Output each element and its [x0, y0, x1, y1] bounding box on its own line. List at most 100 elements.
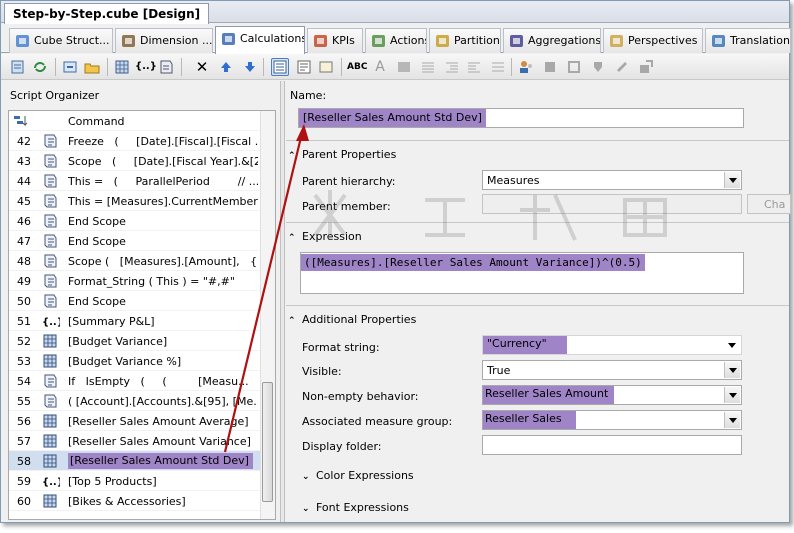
delete-icon[interactable]: ✕ — [193, 58, 211, 76]
script-row[interactable]: 57 [Reseller Sales Amount Variance] — [9, 431, 261, 451]
name-field[interactable]: [Reseller Sales Amount Std Dev] — [298, 108, 744, 128]
perspectives-icon — [609, 34, 624, 48]
color-expressions-section[interactable]: ⌄ Color Expressions — [302, 469, 414, 482]
organizer-scroll-thumb[interactable] — [262, 382, 273, 502]
script-organizer-list: Command 42 Freeze ( [Date].[Fiscal].[Fisc… — [8, 110, 276, 520]
row-number: 44 — [17, 175, 31, 188]
tab-calculations[interactable]: Calculations — [215, 26, 305, 54]
tab-cube-struct[interactable]: Cube Struct... — [9, 28, 113, 53]
sort-icon[interactable] — [13, 114, 29, 130]
row-command-text: Freeze ( [Date].[Fiscal].[Fiscal ... — [68, 135, 258, 148]
additional-properties-section[interactable]: ⌃ Additional Properties — [288, 313, 416, 326]
new-script-icon[interactable] — [9, 58, 27, 76]
script-row[interactable]: 59 {..} [Top 5 Products] — [9, 471, 261, 491]
chevron-down-icon[interactable] — [724, 337, 740, 353]
display-folder-field[interactable] — [482, 435, 742, 455]
script-row[interactable]: 42 Freeze ( [Date].[Fiscal].[Fiscal ... — [9, 131, 261, 151]
kpis-icon — [313, 34, 328, 48]
visible-value: True — [487, 364, 511, 377]
row-number: 57 — [17, 435, 31, 448]
check-syntax-icon[interactable] — [317, 58, 335, 76]
parent-properties-section[interactable]: ⌃ Parent Properties — [288, 148, 396, 161]
script-row[interactable]: 47 End Scope — [9, 231, 261, 251]
row-command-text: Scope ( [Measures].[Amount], { ... — [68, 255, 258, 268]
reconnect-icon[interactable] — [31, 58, 49, 76]
comment-icon — [489, 58, 507, 76]
row-command-text: Format_String ( This ) = "#,#" — [68, 275, 235, 288]
expression-section[interactable]: ⌃ Expression — [288, 230, 362, 243]
expression-editor[interactable]: ([Measures].[Reseller Sales Amount Varia… — [300, 252, 744, 294]
calculated-member-icon — [42, 453, 58, 469]
script-row[interactable]: 49 Format_String ( This ) = "#,#" — [9, 271, 261, 291]
process-icon[interactable] — [61, 58, 79, 76]
calculated-member-icon — [42, 433, 58, 449]
script-row[interactable]: 55 ( [Account].[Accounts].&[95], [Me... — [9, 391, 261, 411]
script-row[interactable]: 45 This = [Measures].CurrentMember ... — [9, 191, 261, 211]
expression-heading: Expression — [302, 230, 362, 243]
tab-dimension[interactable]: Dimension ... — [115, 28, 213, 53]
script-icon — [42, 293, 58, 309]
dimension-usage-icon — [121, 34, 136, 48]
row-number: 60 — [17, 495, 31, 508]
format-string-label: Format string: — [302, 341, 380, 354]
tab-perspectives[interactable]: Perspectives — [603, 28, 703, 53]
chevron-down-icon[interactable] — [724, 387, 740, 403]
script-row[interactable]: 56 [Reseller Sales Amount Average] — [9, 411, 261, 431]
script-row[interactable]: 52 [Budget Variance] — [9, 331, 261, 351]
pane-splitter[interactable] — [280, 81, 285, 522]
row-number: 50 — [17, 295, 31, 308]
parent-hierarchy-dropdown[interactable]: Measures — [482, 170, 742, 190]
script-row[interactable]: 54 If IsEmpty ( ( [Measu... — [9, 371, 261, 391]
cube-structure-icon — [15, 34, 30, 48]
script-row[interactable]: 50 End Scope — [9, 291, 261, 311]
script-row[interactable]: 53 [Budget Variance %] — [9, 351, 261, 371]
script-row[interactable]: 51 {..} [Summary P&L] — [9, 311, 261, 331]
chevron-down-icon[interactable] — [724, 362, 740, 378]
document-tab[interactable]: Step-by-Step.cube [Design] — [4, 3, 210, 24]
script-row[interactable]: 60 [Bikes & Accessories] — [9, 491, 261, 511]
font-expressions-section[interactable]: ⌄ Font Expressions — [302, 501, 409, 514]
row-command-text: [Budget Variance] — [68, 335, 168, 348]
script-row-selected[interactable]: 58 [Reseller Sales Amount Std Dev] — [9, 451, 261, 471]
move-up-icon[interactable] — [217, 58, 235, 76]
script-organizer-title: Script Organizer — [1, 81, 281, 109]
move-down-icon[interactable] — [241, 58, 259, 76]
format-string-dropdown[interactable]: "Currency" — [482, 335, 742, 355]
chevron-down-icon[interactable] — [724, 412, 740, 428]
non-empty-behavior-dropdown[interactable]: Reseller Sales Amount — [482, 385, 742, 405]
new-calculated-member-icon[interactable] — [113, 58, 131, 76]
script-row[interactable]: 48 Scope ( [Measures].[Amount], { ... — [9, 251, 261, 271]
parent-member-field — [482, 194, 742, 214]
calculations-icon — [221, 32, 236, 46]
tab-translation[interactable]: Translation — [705, 28, 791, 53]
users-icon[interactable] — [517, 58, 535, 76]
script-icon — [42, 373, 58, 389]
tab-actions[interactable]: Actions — [365, 28, 427, 53]
tab-partitions[interactable]: Partitions — [429, 28, 501, 53]
measure-group-dropdown[interactable]: Reseller Sales — [482, 410, 742, 430]
tab-label: Partitions — [454, 34, 501, 47]
script-row[interactable]: 44 This = ( ParallelPeriod // ... — [9, 171, 261, 191]
script-view-icon[interactable] — [295, 58, 313, 76]
script-icon — [42, 173, 58, 189]
tab-aggregations[interactable]: Aggregations — [503, 28, 601, 53]
row-command-text: ( [Account].[Accounts].&[95], [Me... — [68, 395, 258, 408]
script-row[interactable]: 43 Scope ( [Date].[Fiscal Year].&[2... — [9, 151, 261, 171]
form-view-icon[interactable] — [271, 58, 289, 76]
new-script-command-icon[interactable] — [157, 58, 175, 76]
tab-kpis[interactable]: KPIs — [307, 28, 363, 53]
new-named-set-icon[interactable]: {..} — [135, 58, 157, 76]
decrease-indent-icon — [443, 58, 461, 76]
script-row[interactable]: 46 End Scope — [9, 211, 261, 231]
row-number: 52 — [17, 335, 31, 348]
tab-label: KPIs — [332, 34, 355, 47]
chevron-down-icon[interactable] — [724, 172, 740, 188]
row-number: 48 — [17, 255, 31, 268]
calculated-member-icon — [42, 493, 58, 509]
script-icon — [42, 133, 58, 149]
visible-dropdown[interactable]: True — [482, 360, 742, 380]
row-number: 45 — [17, 195, 31, 208]
script-icon — [42, 393, 58, 409]
spell-check-icon[interactable]: ABC — [347, 58, 367, 76]
open-folder-icon[interactable] — [83, 58, 101, 76]
